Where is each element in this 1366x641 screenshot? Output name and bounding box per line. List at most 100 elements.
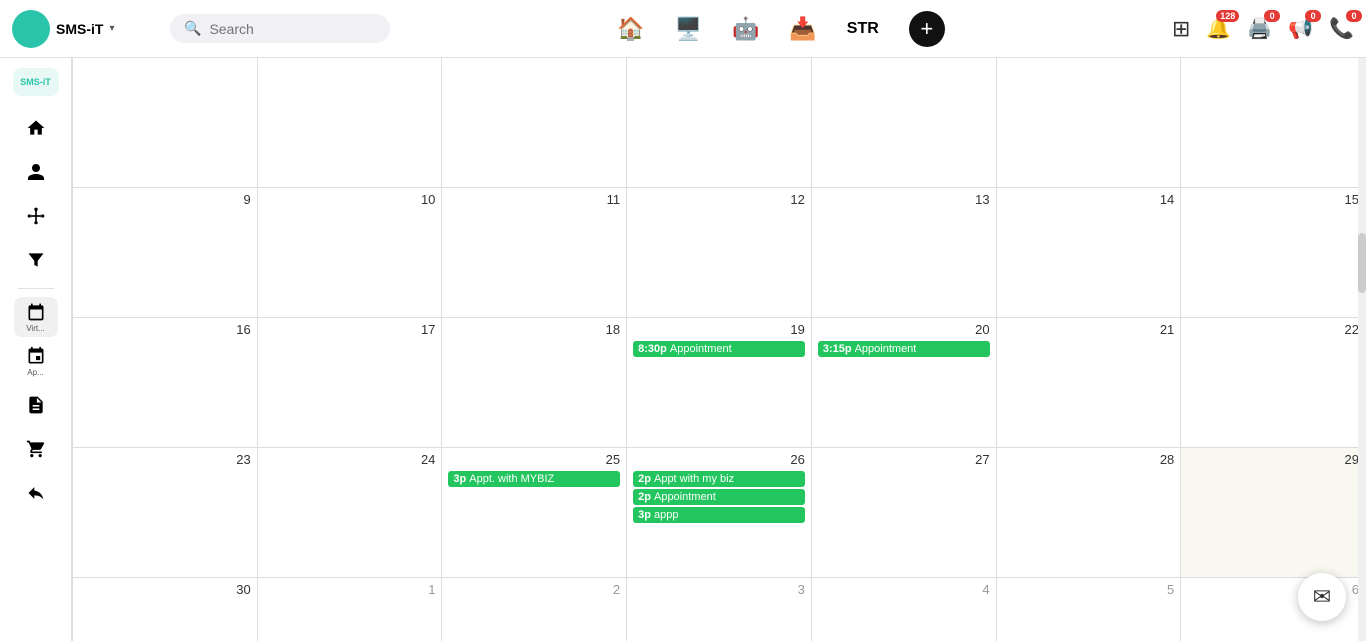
export-icon — [26, 483, 46, 503]
calendar-cell[interactable] — [258, 58, 443, 188]
megaphone-badge: 0 — [1305, 10, 1321, 22]
day-number: 16 — [79, 322, 251, 337]
calendar-cell[interactable]: 18 — [442, 318, 627, 448]
day-number: 26 — [633, 452, 805, 467]
event-title: Appointment — [855, 343, 917, 355]
calendar-cell[interactable]: 19 8:30pAppointment — [627, 318, 812, 448]
calendar-cell[interactable]: 27 — [812, 448, 997, 578]
day-number: 15 — [1187, 192, 1359, 207]
search-input[interactable] — [209, 21, 359, 37]
calendar-cell[interactable]: 14 — [997, 188, 1182, 318]
calendar-cell[interactable]: 4 — [812, 578, 997, 641]
day-number: 27 — [818, 452, 990, 467]
calendar-cell[interactable]: 5 — [997, 578, 1182, 641]
sidebar-item-forms[interactable] — [14, 385, 58, 425]
calendar-event[interactable]: 3:15pAppointment — [818, 341, 990, 357]
event-title: appp — [654, 509, 678, 521]
search-bar[interactable]: 🔍 — [170, 14, 390, 43]
sidebar-item-home[interactable] — [14, 108, 58, 148]
calendar-cell[interactable]: 24 — [258, 448, 443, 578]
calendar-cell[interactable]: 29 — [1181, 448, 1366, 578]
calendar-cell[interactable]: 10 — [258, 188, 443, 318]
megaphone-btn[interactable]: 📢0 — [1288, 16, 1313, 41]
sidebar: SMS-iT Virt... Ap... — [0, 58, 72, 641]
inbox-nav-icon[interactable]: 📥 — [789, 16, 816, 42]
home-icon — [26, 118, 46, 138]
sidebar-item-export[interactable] — [14, 473, 58, 513]
day-number: 22 — [1187, 322, 1359, 337]
sidebar-item-contacts[interactable] — [14, 152, 58, 192]
sidebar-logo-text: SMS-iT — [20, 77, 51, 87]
scroll-track[interactable] — [1358, 58, 1366, 641]
user-avatar[interactable] — [12, 10, 50, 48]
calendar-cell[interactable] — [627, 58, 812, 188]
home-nav-icon[interactable]: 🏠 — [617, 16, 644, 42]
sidebar-item-calendar[interactable]: Virt... — [14, 297, 58, 337]
calendar-cell[interactable]: 3 — [627, 578, 812, 641]
calendar-event[interactable]: 3pappp — [633, 507, 805, 523]
person-icon — [26, 162, 46, 182]
day-number: 4 — [818, 582, 990, 597]
calendar-cell[interactable] — [1181, 58, 1366, 188]
calendar-cell[interactable]: 9 — [73, 188, 258, 318]
calendar-event[interactable]: 3pAppt. with MYBIZ — [448, 471, 620, 487]
str-label[interactable]: STR — [847, 20, 879, 38]
sidebar-item-shop[interactable] — [14, 429, 58, 469]
calendar-cell[interactable]: 21 — [997, 318, 1182, 448]
sidebar-item-appt[interactable]: Ap... — [14, 341, 58, 381]
appt-icon — [26, 346, 46, 366]
sidebar-item-funnel[interactable] — [14, 240, 58, 280]
day-number: 19 — [633, 322, 805, 337]
cart-btn[interactable]: 🖨️0 — [1247, 16, 1272, 41]
chat-icon: ✉ — [1313, 584, 1331, 610]
brand-dropdown-icon[interactable]: ▾ — [109, 23, 114, 34]
chat-button[interactable]: ✉ — [1298, 573, 1346, 621]
sidebar-item-network[interactable] — [14, 196, 58, 236]
day-number: 20 — [818, 322, 990, 337]
calendar-cell[interactable]: 2 — [442, 578, 627, 641]
day-number: 18 — [448, 322, 620, 337]
calendar-cell[interactable]: 13 — [812, 188, 997, 318]
calendar-event[interactable]: 2pAppt with my biz — [633, 471, 805, 487]
calendar-cell[interactable]: 16 — [73, 318, 258, 448]
calendar-cell[interactable]: 11 — [442, 188, 627, 318]
phone-badge: 0 — [1346, 10, 1362, 22]
day-number: 21 — [1003, 322, 1175, 337]
calendar-cell[interactable] — [73, 58, 258, 188]
event-time: 2p — [638, 473, 651, 485]
robot-nav-icon[interactable]: 🤖 — [732, 16, 759, 42]
calendar-cell[interactable]: 253pAppt. with MYBIZ — [442, 448, 627, 578]
sidebar-logo: SMS-iT — [13, 68, 59, 96]
scroll-thumb[interactable] — [1358, 233, 1366, 293]
day-number: 17 — [264, 322, 436, 337]
calendar-cell[interactable]: 28 — [997, 448, 1182, 578]
calendar-event[interactable]: 2pAppointment — [633, 489, 805, 505]
grid-icon[interactable]: ⊞ — [1172, 16, 1190, 42]
calendar-cell[interactable] — [442, 58, 627, 188]
day-number: 9 — [79, 192, 251, 207]
calendar-cell[interactable]: 20 3:15pAppointment — [812, 318, 997, 448]
calendar-cell[interactable]: 26 2pAppt with my biz 2pAppointment 3pappp — [627, 448, 812, 578]
funnel-icon — [26, 250, 46, 270]
add-button[interactable]: + — [909, 11, 945, 47]
calendar-cell[interactable]: 15 — [1181, 188, 1366, 318]
nav-center: 🏠 🖥️ 🤖 📥 STR + — [390, 11, 1172, 47]
event-title: Appt with my biz — [654, 473, 734, 485]
calendar-cell[interactable]: 12 — [627, 188, 812, 318]
calendar-cell[interactable] — [812, 58, 997, 188]
shop-icon — [26, 439, 46, 459]
cart-badge: 0 — [1264, 10, 1280, 22]
calendar-event[interactable]: 8:30pAppointment — [633, 341, 805, 357]
monitor-nav-icon[interactable]: 🖥️ — [675, 16, 702, 42]
calendar-cell[interactable]: 30 — [73, 578, 258, 641]
calendar-cell[interactable]: 23 — [73, 448, 258, 578]
notifications-btn[interactable]: 🔔128 — [1206, 16, 1231, 41]
phone-btn[interactable]: 📞0 — [1329, 16, 1354, 41]
calendar-cell[interactable]: 22 — [1181, 318, 1366, 448]
sidebar-calendar-label: Virt... — [26, 324, 45, 333]
forms-icon — [26, 395, 46, 415]
calendar-cell[interactable]: 1 — [258, 578, 443, 641]
calendar-cell[interactable] — [997, 58, 1182, 188]
calendar-cell[interactable]: 17 — [258, 318, 443, 448]
day-number: 3 — [633, 582, 805, 597]
